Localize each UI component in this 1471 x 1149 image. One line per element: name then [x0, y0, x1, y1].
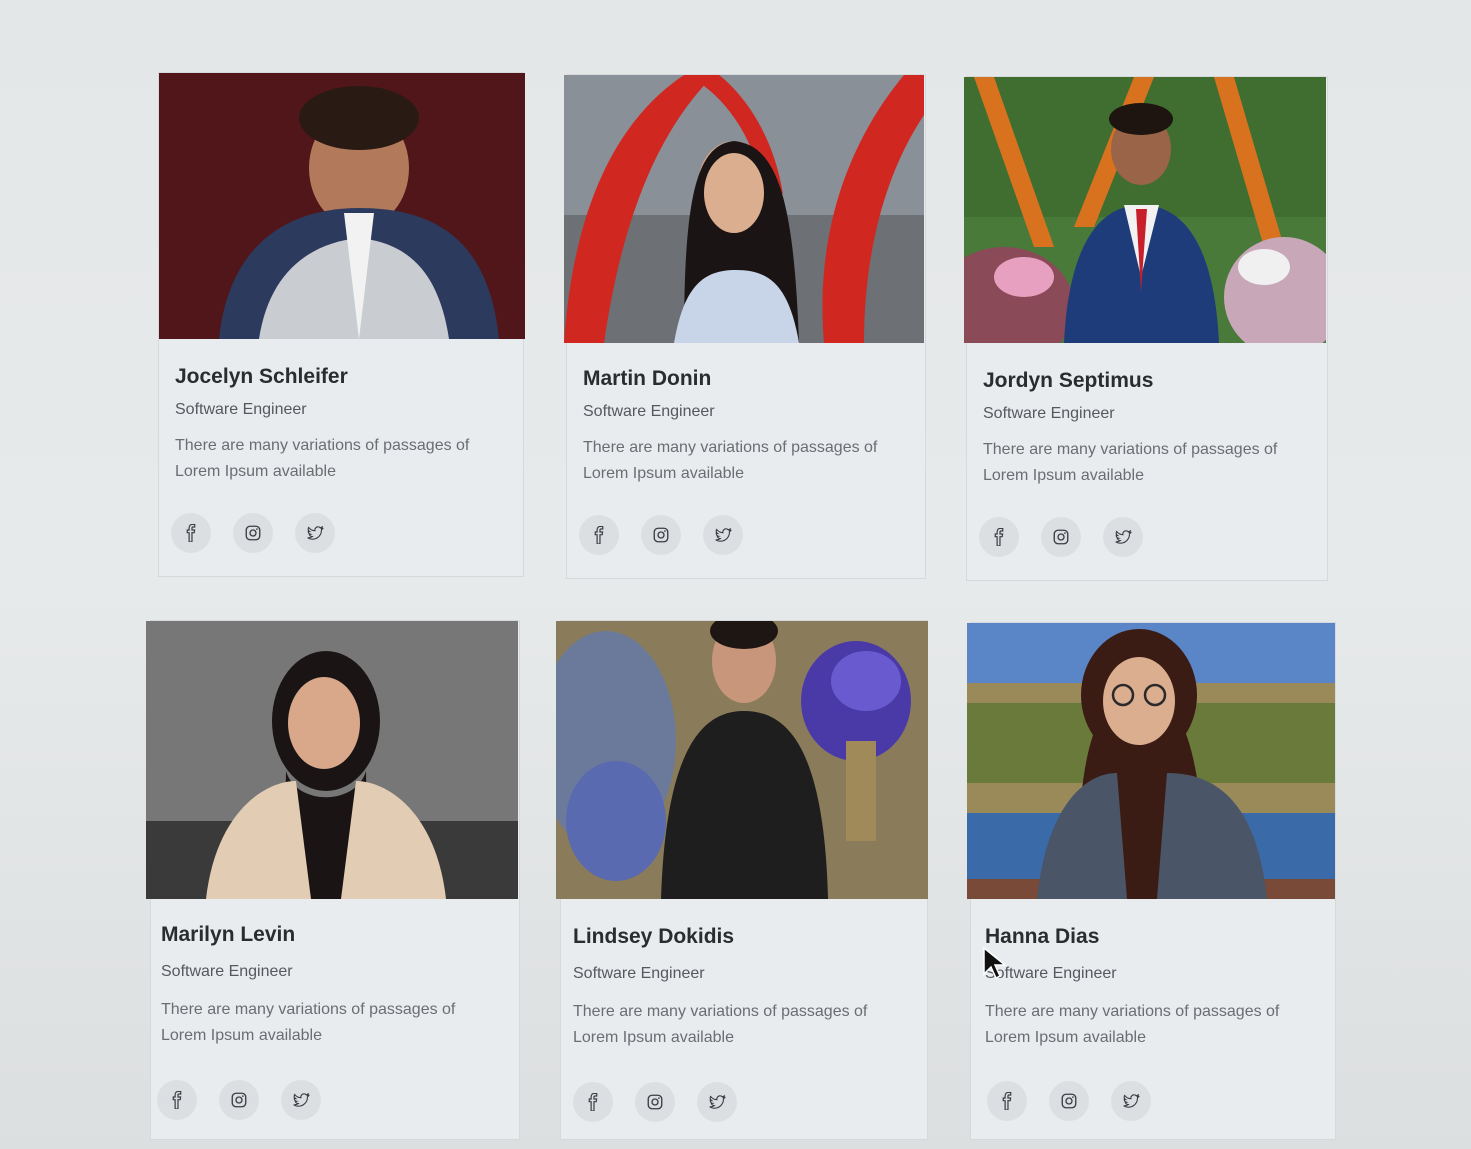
- twitter-link[interactable]: [697, 1082, 737, 1122]
- facebook-icon: [186, 524, 196, 542]
- member-role: Software Engineer: [175, 401, 307, 418]
- member-photo: [556, 621, 928, 899]
- member-name: Marilyn Levin: [161, 923, 296, 946]
- social-links: [157, 1080, 321, 1120]
- member-role: Software Engineer: [983, 405, 1115, 422]
- twitter-icon: [1123, 1093, 1140, 1108]
- social-links: [573, 1082, 737, 1122]
- member-description: There are many variations of passages of…: [175, 437, 470, 480]
- facebook-link[interactable]: [987, 1081, 1027, 1121]
- instagram-icon: [647, 1094, 663, 1110]
- instagram-icon: [1061, 1093, 1077, 1109]
- social-links: [987, 1081, 1151, 1121]
- team-card: Marilyn Levin Software Engineer There ar…: [146, 620, 520, 1140]
- instagram-link[interactable]: [233, 513, 273, 553]
- team-card: Jordyn Septimus Software Engineer There …: [964, 76, 1328, 581]
- twitter-link[interactable]: [281, 1080, 321, 1120]
- member-name: Lindsey Dokidis: [573, 925, 735, 948]
- facebook-icon: [594, 526, 604, 544]
- member-role: Software Engineer: [161, 963, 293, 980]
- twitter-link[interactable]: [703, 515, 743, 555]
- member-photo: [964, 77, 1326, 343]
- member-photo: [146, 621, 518, 899]
- member-photo: [967, 623, 1335, 899]
- instagram-icon: [653, 527, 669, 543]
- facebook-link[interactable]: [157, 1080, 197, 1120]
- member-name: Martin Donin: [583, 367, 712, 390]
- member-name: Jordyn Septimus: [983, 369, 1154, 392]
- instagram-link[interactable]: [1049, 1081, 1089, 1121]
- facebook-icon: [588, 1093, 598, 1111]
- team-card: Lindsey Dokidis Software Engineer There …: [556, 620, 928, 1140]
- instagram-link[interactable]: [641, 515, 681, 555]
- member-role: Software Engineer: [583, 403, 715, 420]
- facebook-link[interactable]: [573, 1082, 613, 1122]
- twitter-icon: [709, 1094, 726, 1109]
- member-description: There are many variations of passages of…: [161, 1001, 456, 1044]
- member-description: There are many variations of passages of…: [583, 439, 878, 482]
- member-description: There are many variations of passages of…: [985, 1003, 1280, 1046]
- instagram-link[interactable]: [219, 1080, 259, 1120]
- facebook-link[interactable]: [579, 515, 619, 555]
- social-links: [171, 513, 335, 553]
- twitter-link[interactable]: [1103, 517, 1143, 557]
- member-role: Software Engineer: [573, 965, 705, 982]
- member-description: There are many variations of passages of…: [983, 441, 1278, 484]
- instagram-icon: [245, 525, 261, 541]
- team-card: Martin Donin Software Engineer There are…: [564, 74, 926, 579]
- team-page: Jocelyn Schleifer Software Engineer Ther…: [0, 0, 1471, 1149]
- instagram-icon: [231, 1092, 247, 1108]
- facebook-icon: [994, 528, 1004, 546]
- member-description: There are many variations of passages of…: [573, 1003, 868, 1046]
- member-name: Jocelyn Schleifer: [175, 365, 348, 388]
- team-card: Jocelyn Schleifer Software Engineer Ther…: [158, 72, 525, 577]
- facebook-link[interactable]: [171, 513, 211, 553]
- facebook-icon: [1002, 1092, 1012, 1110]
- twitter-link[interactable]: [1111, 1081, 1151, 1121]
- twitter-icon: [307, 525, 324, 540]
- mouse-cursor-icon: [983, 946, 1008, 980]
- twitter-link[interactable]: [295, 513, 335, 553]
- twitter-icon: [293, 1092, 310, 1107]
- instagram-icon: [1053, 529, 1069, 545]
- instagram-link[interactable]: [635, 1082, 675, 1122]
- twitter-icon: [715, 527, 732, 542]
- team-card: Hanna Dias Software Engineer There are m…: [967, 622, 1336, 1140]
- member-photo: [564, 75, 924, 343]
- facebook-link[interactable]: [979, 517, 1019, 557]
- member-photo: [159, 73, 525, 339]
- facebook-icon: [172, 1091, 182, 1109]
- social-links: [579, 515, 743, 555]
- social-links: [979, 517, 1143, 557]
- twitter-icon: [1115, 529, 1132, 544]
- instagram-link[interactable]: [1041, 517, 1081, 557]
